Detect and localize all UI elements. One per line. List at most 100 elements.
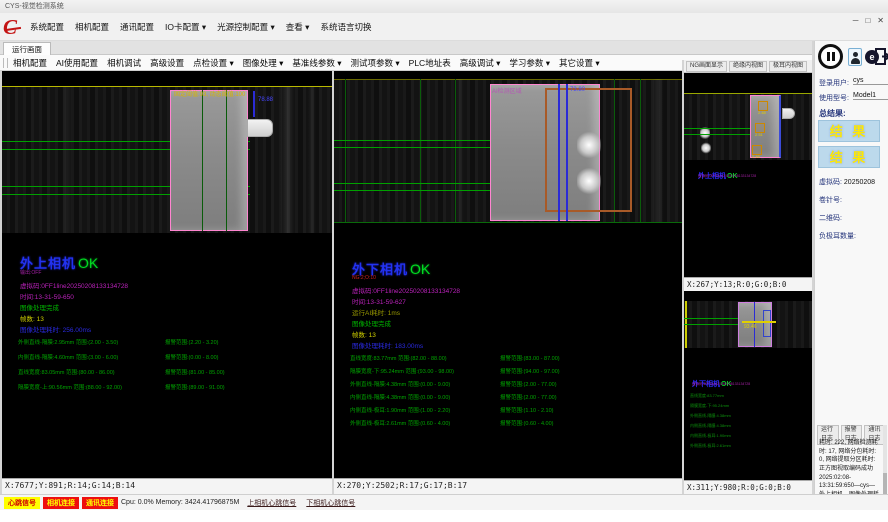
virtual-code-row: 虚拟码: 20250208 [819, 177, 875, 187]
mini-measure-row: 内侧直线-隔膜:4.38mm [690, 423, 731, 429]
upper-camera-heartbeat[interactable]: 上相机心跳信号 [247, 498, 296, 508]
menu-language-switch[interactable]: 系统语言切换 [320, 13, 371, 41]
model-value: Model1 [853, 92, 888, 100]
tab-connector [782, 108, 795, 119]
menu-system-config[interactable]: 系统配置 [30, 13, 64, 41]
measure-tag: 78.88 [258, 97, 273, 103]
right-sidebar: e 登录用户: cys 使用型号: Model1 总结果: 结 果 结 果 虚拟… [814, 41, 888, 510]
heartbeat-badge: 心跳信号 [4, 497, 40, 509]
mini-measure-row: 外侧直线-隔膜:4.38mm [690, 413, 731, 419]
lower-camera-heartbeat[interactable]: 下相机心跳信号 [306, 498, 355, 508]
logout-button[interactable] [875, 47, 888, 66]
pause-icon [832, 52, 835, 61]
ai-region-label: AI检测区域 [492, 86, 522, 95]
measurement-row: 内侧直线-极耳:1.90mm 范围:(1.00 - 2.20) 报警范围:(1.… [334, 406, 682, 416]
measurement-row: 内侧直线-隔膜:4.38mm 范围:(0.00 - 9.00) 报警范围:(2.… [334, 393, 682, 403]
frame-count: 帧数: 13 [352, 329, 376, 339]
virtual-code: 虚拟码:0FF1line20250208133134728 [698, 174, 756, 179]
measure-tag: 93.46 [744, 324, 757, 330]
menu-camera-config[interactable]: 相机配置 [75, 13, 109, 41]
camera-image [2, 87, 332, 233]
mini-measure-row: 内侧直线-极耳:1.90mm [690, 433, 731, 439]
tool-other-settings[interactable]: 其它设置 ▾ [559, 57, 600, 69]
camera-view-upper-outer[interactable]: 固定阈值:93, 动态阈值:100 78.88 外上相机OK 输出:OFF 虚拟… [2, 71, 332, 478]
secondary-ng-view[interactable]: 93.46 外下相机OK 虚拟码:0FF1line202502081331347… [684, 291, 812, 480]
ok-badge: OK [78, 255, 98, 271]
mini-measure-row: 隔膜宽度-下:95.24mm [690, 403, 729, 409]
tab-insulation-view[interactable]: 绝缘内视图 [729, 61, 767, 72]
tab-connector [247, 119, 273, 137]
result-indicator-2: 结 果 [818, 146, 880, 168]
user-button[interactable] [848, 48, 862, 66]
mini-measure-row: 直线宽度:83.77mm [690, 393, 724, 399]
camera-view-lower-outer[interactable]: AI检测区域 73.80 外下相机OK NG:2;O:10 虚拟码:0FF1li… [334, 71, 682, 478]
tool-spot-check[interactable]: 点检设置 ▾ [193, 57, 234, 69]
detect-box [763, 310, 771, 337]
measurement-row: 隔膜宽度-下:95.24mm 范围:(93.00 - 98.00) 报警范围:(… [334, 367, 682, 377]
status-bar: 心跳信号 相机连接 通讯连接 Cpu: 0.0% Memory: 3424.41… [0, 494, 888, 510]
logout-icon [875, 47, 888, 66]
weld-spot [577, 167, 601, 195]
app-logo-icon: C [3, 17, 27, 39]
tool-camera-debug[interactable]: 相机调试 [107, 57, 141, 69]
tab-strip: 运行画面 [0, 41, 888, 55]
output-state: 输出:OFF [20, 269, 41, 276]
close-icon[interactable]: ✕ [877, 16, 884, 25]
tool-learning-params[interactable]: 学习参数 ▾ [509, 57, 550, 69]
tool-baseline-params[interactable]: 基准线参数 ▾ [292, 57, 341, 69]
pause-button[interactable] [818, 44, 843, 69]
pin-number-label: 卷针号: [819, 195, 842, 205]
mini-measure-row: 外侧直线-极耳:2.61mm [690, 443, 731, 449]
tool-advanced-debug[interactable]: 高级调试 ▾ [460, 57, 501, 69]
total-result-label: 总结果: [819, 108, 846, 119]
cpu-memory-text: Cpu: 0.0% Memory: 3424.41796875M [121, 499, 239, 506]
process-done: 图像处理完成 [20, 302, 59, 312]
minimize-icon[interactable]: ─ [853, 16, 859, 25]
window-title: CYS-视觉检测系统 [5, 3, 64, 10]
title-bar[interactable]: CYS-视觉检测系统 [0, 0, 888, 13]
measure-tag: 73.80 [570, 87, 585, 93]
tab-ng-display[interactable]: NG画面显示 [686, 61, 727, 72]
neg-tab-count-label: 负极耳数量: [819, 231, 856, 241]
ng-view-tabs: NG画面显示 绝缘内视图 极耳内视图 [684, 60, 812, 73]
tool-advanced-settings[interactable]: 高级设置 [150, 57, 184, 69]
tool-ai-config[interactable]: AI使用配置 [56, 57, 98, 69]
log-scrollbar[interactable] [883, 425, 887, 505]
camera-connect-badge: 相机连接 [43, 497, 79, 509]
ng-display-view[interactable]: 2.48 2.51 2.46 外上相机OK 虚拟码:0FF1line202502… [684, 73, 812, 277]
ng-view-statusbar: X:267;Y:13;R:0;G:0;B:0 [684, 277, 812, 291]
threshold-label: 固定阈值:93, 动态阈值:100 [174, 89, 245, 98]
left-view-statusbar: X:7677;Y:891;R:14;G:14;B:14 [2, 478, 332, 494]
timestamp: 时间:13-31-59-627 [352, 296, 406, 306]
tab-tab-view[interactable]: 极耳内视图 [769, 61, 807, 72]
measurement-row: 外侧直线-隔膜:2.95mm 范围:(2.00 - 3.50) 报警范围:(2.… [2, 338, 332, 348]
tool-image-process[interactable]: 图像处理 ▾ [243, 57, 284, 69]
result-indicator-1: 结 果 [818, 120, 880, 142]
frame-count: 帧数: 13 [20, 313, 44, 323]
measurement-row: 外侧直线-隔膜:4.38mm 范围:(0.00 - 9.00) 报警范围:(2.… [334, 380, 682, 390]
menu-io-config[interactable]: IO卡配置 ▾ [165, 13, 206, 41]
login-user-value: cys [853, 77, 888, 85]
splitter[interactable] [0, 71, 2, 494]
app-window: CYS-视觉检测系统 C 系统配置 相机配置 通讯配置 IO卡配置 ▾ 光源控制… [0, 0, 888, 522]
maximize-icon[interactable]: □ [865, 16, 870, 25]
tool-test-params[interactable]: 测试项参数 ▾ [351, 57, 400, 69]
login-user-label: 登录用户: [819, 78, 849, 88]
tool-camera-config[interactable]: 相机配置 [13, 57, 47, 69]
process-elapsed: 图像处理耗时: 183.00ms [352, 340, 423, 350]
ai-elapsed: 运行AI耗时: 1ms [352, 307, 400, 317]
menu-view[interactable]: 查看 ▾ [286, 13, 310, 41]
measure-line [253, 91, 255, 117]
battery-cell-region [170, 90, 248, 231]
secondary-view-statusbar: X:311;Y:980;R:0;G:0;B:0 [684, 480, 812, 494]
qr-code-label: 二维码: [819, 213, 842, 223]
tab-run-screen[interactable]: 运行画面 [3, 42, 51, 56]
tool-plc-table[interactable]: PLC地址表 [409, 57, 451, 69]
menu-comm-config[interactable]: 通讯配置 [120, 13, 154, 41]
splitter[interactable] [332, 71, 334, 494]
window-controls: ─ □ ✕ [853, 16, 884, 25]
menu-light-config[interactable]: 光源控制配置 ▾ [217, 13, 275, 41]
process-elapsed: 图像处理耗时: 256.00ms [20, 324, 91, 334]
pause-icon [827, 52, 830, 61]
camera-image [684, 94, 812, 160]
